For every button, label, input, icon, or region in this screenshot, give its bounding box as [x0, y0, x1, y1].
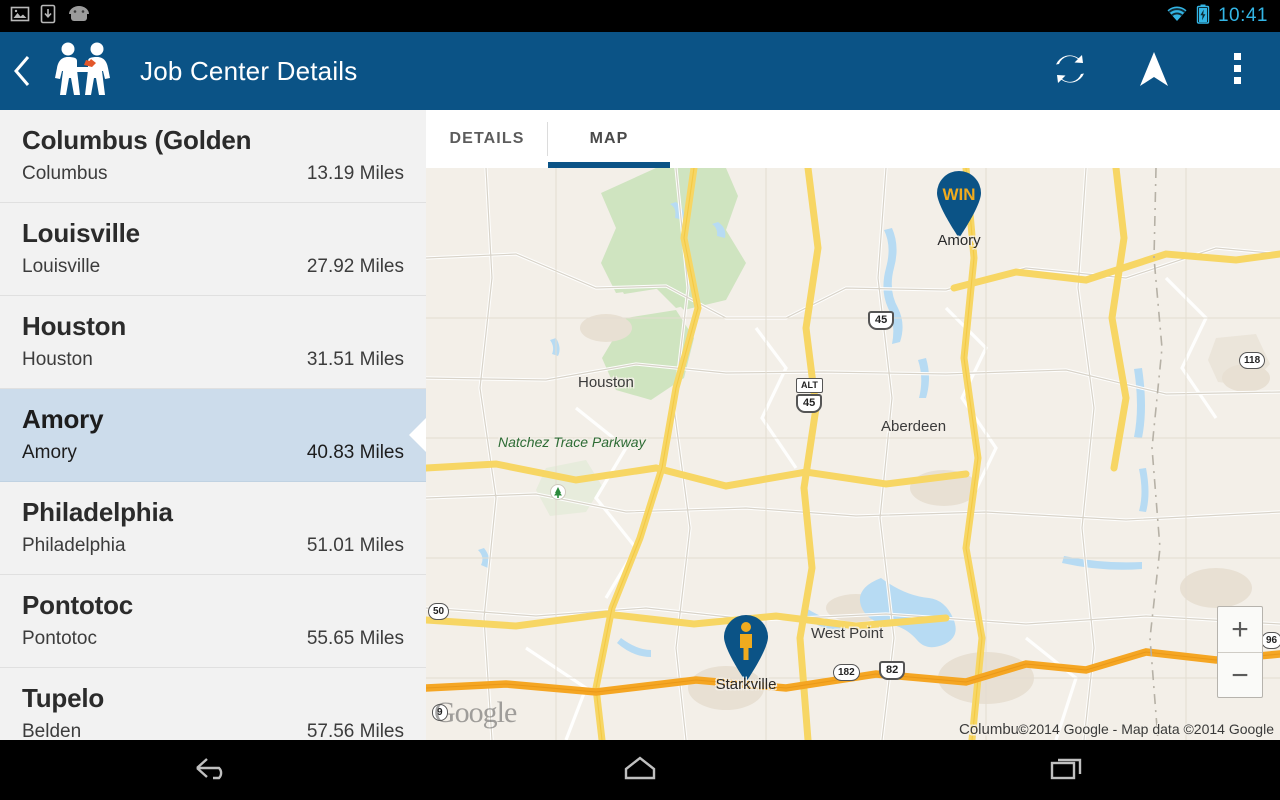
list-item-subtitle: Houston — [22, 349, 93, 370]
zoom-out-button[interactable]: − — [1218, 653, 1262, 698]
download-icon — [40, 4, 56, 29]
recents-icon — [1047, 753, 1087, 788]
route-shield-45-north: 45 — [868, 311, 895, 330]
page-title: Job Center Details — [140, 55, 358, 86]
list-item[interactable]: Columbus (Golden Columbus 13.19 Miles — [0, 110, 426, 203]
selected-pointer-icon — [409, 417, 426, 453]
wifi-icon — [1166, 5, 1188, 28]
route-shield-182: 182 — [833, 664, 860, 681]
nav-home-button[interactable] — [427, 753, 854, 788]
navigation-arrow-icon — [1137, 49, 1171, 94]
list-item-title: Pontotoc — [22, 590, 134, 620]
image-icon — [10, 4, 30, 29]
route-shield-alt: ALT — [796, 378, 823, 393]
map-view[interactable]: Houston Aberdeen West Point Columbus Nat… — [426, 168, 1280, 740]
overflow-menu-icon — [1234, 52, 1242, 91]
list-item-title: Amory — [22, 404, 104, 434]
list-item-title: Tupelo — [22, 683, 105, 713]
back-icon — [193, 753, 233, 788]
list-item-selected[interactable]: Amory Amory 40.83 Miles — [0, 389, 426, 482]
list-item-subtitle: Louisville — [22, 256, 101, 277]
list-item-distance: 55.65 Miles — [306, 628, 404, 649]
tab-map-label: MAP — [589, 130, 629, 147]
map-pin-person-starkville[interactable]: Starkville — [716, 612, 776, 693]
list-item-subtitle: Belden — [22, 721, 82, 740]
list-item[interactable]: Houston Houston 31.51 Miles — [0, 296, 426, 389]
tab-details-label: DETAILS — [449, 130, 525, 147]
map-label-natchez-trace-parkway: Natchez Trace Parkway — [498, 434, 646, 450]
overflow-menu-button[interactable] — [1196, 32, 1280, 110]
battery-charging-icon — [1196, 4, 1210, 29]
list-item-distance: 57.56 Miles — [306, 721, 404, 740]
list-item-title: Columbus (Golden — [22, 125, 252, 155]
refresh-icon — [1051, 50, 1089, 93]
home-icon — [620, 753, 660, 788]
list-item-subtitle: Pontotoc — [22, 628, 97, 649]
system-nav-bar — [0, 740, 1280, 800]
app-root: 10:41 Job Center Details Columbus (Golde… — [0, 0, 1280, 800]
android-icon — [66, 5, 92, 28]
list-item[interactable]: Louisville Louisville 27.92 Miles — [0, 203, 426, 296]
map-label-houston: Houston — [578, 374, 634, 391]
tab-details[interactable]: DETAILS — [426, 110, 548, 168]
route-shield-82: 82 — [879, 661, 906, 680]
svg-text:WIN: WIN — [942, 185, 975, 204]
list-item-distance: 13.19 Miles — [306, 163, 404, 184]
nav-back-button[interactable] — [0, 753, 427, 788]
status-bar-clock: 10:41 — [1217, 5, 1268, 26]
list-item[interactable]: Tupelo Belden 57.56 Miles — [0, 668, 426, 740]
tab-map[interactable]: MAP — [548, 110, 670, 168]
tab-bar: DETAILS MAP — [426, 110, 1280, 168]
map-zoom-controls[interactable]: + − — [1217, 606, 1263, 698]
status-bar-system: 10:41 — [1166, 4, 1280, 29]
route-shield-50: 50 — [428, 603, 450, 620]
route-shield-45-alt: 45 — [796, 394, 823, 413]
list-item-subtitle: Philadelphia — [22, 535, 126, 556]
list-item-title: Louisville — [22, 218, 140, 248]
route-shield-118: 118 — [1239, 352, 1266, 369]
list-item-subtitle: Columbus — [22, 163, 108, 184]
handshake-people-icon — [46, 40, 118, 103]
status-bar: 10:41 — [0, 0, 1280, 32]
map-pin-win-amory[interactable]: WIN Amory — [931, 168, 987, 249]
list-item[interactable]: Philadelphia Philadelphia 51.01 Miles — [0, 482, 426, 575]
list-item-title: Philadelphia — [22, 497, 173, 527]
detail-pane: DETAILS MAP Houston Aberdeen West Point … — [426, 110, 1280, 740]
map-pin-label: Amory — [937, 232, 981, 249]
back-chevron-icon[interactable] — [0, 54, 44, 88]
map-canvas — [426, 168, 1280, 740]
list-item-distance: 40.83 Miles — [306, 442, 404, 463]
list-item[interactable]: Pontotoc Pontotoc 55.65 Miles — [0, 575, 426, 668]
map-pin-label: Starkville — [715, 676, 777, 693]
list-item-distance: 31.51 Miles — [306, 349, 404, 370]
action-bar-actions — [1028, 32, 1280, 110]
status-bar-notifications — [0, 4, 92, 29]
nav-recents-button[interactable] — [853, 753, 1280, 788]
list-item-subtitle: Amory — [22, 442, 77, 463]
google-watermark: Google — [434, 696, 517, 729]
action-bar: Job Center Details — [0, 32, 1280, 110]
list-item-distance: 51.01 Miles — [306, 535, 404, 556]
list-item-title: Houston — [22, 311, 127, 341]
map-label-aberdeen: Aberdeen — [881, 418, 947, 435]
refresh-button[interactable] — [1028, 32, 1112, 110]
map-label-west-point: West Point — [811, 625, 884, 642]
job-center-list[interactable]: Columbus (Golden Columbus 13.19 Miles Lo… — [0, 110, 426, 740]
map-label-columbus: Columbus — [959, 721, 1027, 738]
zoom-in-button[interactable]: + — [1218, 607, 1262, 652]
route-shield-96: 96 — [1261, 632, 1280, 649]
navigate-button[interactable] — [1112, 32, 1196, 110]
list-item-distance: 27.92 Miles — [306, 256, 404, 277]
map-attribution: ©2014 Google - Map data ©2014 Google — [1018, 721, 1274, 737]
